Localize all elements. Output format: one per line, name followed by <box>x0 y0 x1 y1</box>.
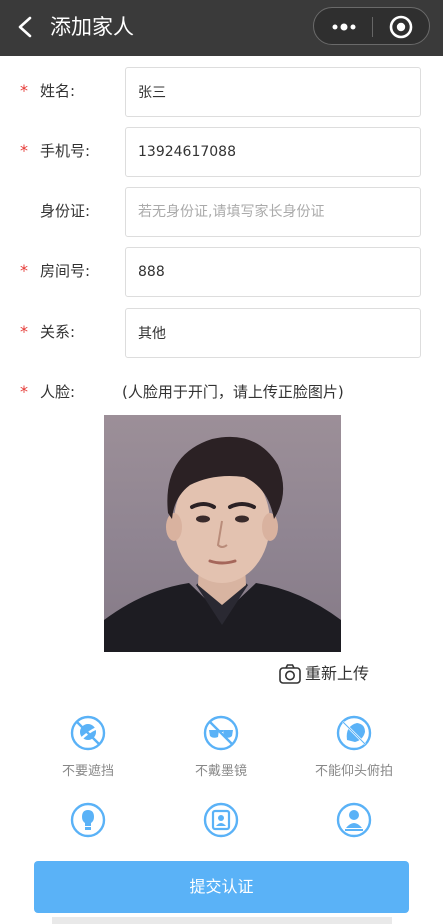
portrait-card-icon <box>203 802 239 838</box>
nav-bar: 添加家人 <box>0 0 443 56</box>
form-row-relation: * 关系: <box>0 308 443 358</box>
camera-icon <box>279 664 301 684</box>
relation-label: 关系: <box>40 323 76 341</box>
phone-label: 手机号: <box>40 142 91 160</box>
face-photo[interactable] <box>104 415 341 652</box>
no-tilt-head-icon <box>336 715 372 751</box>
submit-verification-button[interactable]: 提交认证 <box>34 861 409 913</box>
bottom-strip <box>52 917 392 924</box>
name-label: 姓名: <box>40 82 76 100</box>
face-photo-image <box>104 436 341 652</box>
tip-no-tilt: 不能仰头俯拍 <box>294 714 414 779</box>
no-sunglasses-icon <box>203 715 239 751</box>
tip-caption: 不戴墨镜 <box>194 764 247 779</box>
phone-input[interactable] <box>125 127 421 177</box>
face-hint: (人脸用于开门，请上传正脸图片) <box>122 383 344 401</box>
required-mark: * <box>20 81 28 100</box>
required-mark: * <box>20 141 28 160</box>
lighting-icon <box>70 802 106 838</box>
required-mark: * <box>20 261 28 280</box>
room-label: 房间号: <box>40 262 91 280</box>
back-arrow-icon[interactable] <box>12 12 40 42</box>
tip-caption: 不要遮挡 <box>61 764 114 779</box>
room-input[interactable] <box>125 247 421 297</box>
form-row-phone: * 手机号: <box>0 127 443 177</box>
form-row-room: * 房间号: <box>0 247 443 297</box>
relation-input[interactable] <box>125 308 421 358</box>
close-mini-program-icon[interactable] <box>386 12 416 42</box>
id-card-input[interactable] <box>125 187 421 237</box>
required-mark: * <box>20 322 28 341</box>
reupload-label: 重新上传 <box>305 664 370 683</box>
mini-program-capsule <box>313 7 430 45</box>
page-title: 添加家人 <box>50 15 134 39</box>
form-row-name: * 姓名: <box>0 67 443 117</box>
name-input[interactable] <box>125 67 421 117</box>
tip-portrait <box>161 801 281 847</box>
tip-lighting <box>28 801 148 847</box>
face-label: 人脸: <box>40 383 76 401</box>
face-person-icon <box>336 802 372 838</box>
form-row-id-card: 身份证: <box>0 187 443 237</box>
id-card-label: 身份证: <box>40 202 91 220</box>
tip-no-sunglasses: 不戴墨镜 <box>161 714 281 779</box>
more-options-icon[interactable] <box>324 14 364 40</box>
tip-caption: 不能仰头俯拍 <box>314 764 393 779</box>
form-row-face: * 人脸: (人脸用于开门，请上传正脸图片) <box>0 382 443 406</box>
capsule-divider <box>372 17 373 37</box>
required-mark: * <box>20 382 28 401</box>
tip-no-cover: 不要遮挡 <box>28 714 148 779</box>
no-cover-icon <box>70 715 106 751</box>
tip-face-person <box>294 801 414 847</box>
